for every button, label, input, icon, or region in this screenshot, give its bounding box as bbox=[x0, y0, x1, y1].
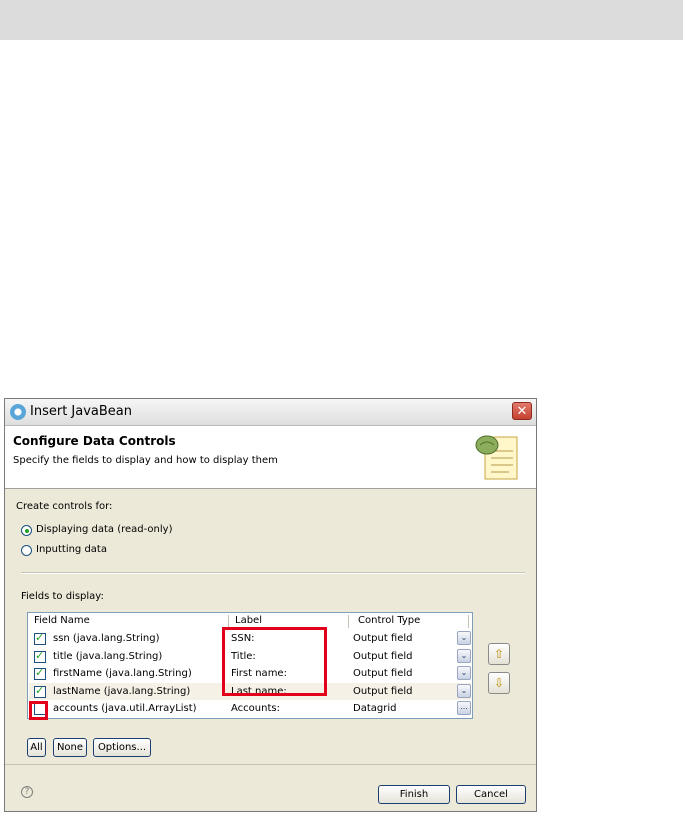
control-type-cell[interactable]: Datagrid bbox=[353, 703, 396, 714]
control-type-cell[interactable]: Output field bbox=[353, 686, 413, 697]
dialog-titlebar: Insert JavaBean ✕ bbox=[5, 399, 536, 426]
top-gray-bar bbox=[0, 0, 683, 40]
dialog-title: Insert JavaBean bbox=[30, 404, 133, 419]
control-type-cell[interactable]: Output field bbox=[353, 668, 413, 679]
label-highlight-box bbox=[222, 627, 327, 696]
radio-inputting-data[interactable] bbox=[21, 545, 32, 556]
cancel-button[interactable]: Cancel bbox=[456, 785, 526, 804]
column-divider bbox=[468, 615, 469, 628]
move-down-button[interactable]: ⇩ bbox=[488, 672, 510, 694]
field-name-cell: firstName (java.lang.String) bbox=[53, 668, 192, 679]
wizard-banner: Configure Data Controls Specify the fiel… bbox=[5, 426, 536, 489]
radio-displaying-data[interactable] bbox=[21, 525, 32, 536]
arrow-down-icon: ⇩ bbox=[493, 676, 505, 690]
footer-divider bbox=[5, 764, 536, 765]
column-header-control-type[interactable]: Control Type bbox=[358, 615, 420, 626]
checkbox-highlight-box bbox=[29, 701, 48, 720]
banner-title: Configure Data Controls bbox=[13, 434, 176, 448]
field-name-cell: title (java.lang.String) bbox=[53, 651, 163, 662]
column-header-field-name[interactable]: Field Name bbox=[34, 615, 90, 626]
field-name-cell: accounts (java.util.ArrayList) bbox=[53, 703, 197, 714]
section-divider bbox=[21, 572, 525, 574]
field-name-cell: ssn (java.lang.String) bbox=[53, 633, 160, 644]
arrow-up-icon: ⇧ bbox=[493, 647, 505, 661]
field-checkbox[interactable] bbox=[34, 666, 46, 680]
javabean-wizard-icon bbox=[475, 435, 518, 480]
radio-displaying-data-label[interactable]: Displaying data (read-only) bbox=[36, 524, 172, 535]
select-none-button[interactable]: None bbox=[53, 738, 87, 757]
table-row[interactable]: accounts (java.util.ArrayList) Accounts:… bbox=[29, 700, 471, 717]
control-type-dropdown-icon[interactable]: ⌄ bbox=[457, 684, 471, 698]
options-button[interactable]: Options... bbox=[93, 738, 151, 757]
banner-subtitle: Specify the fields to display and how to… bbox=[13, 455, 278, 466]
field-checkbox[interactable] bbox=[34, 684, 46, 698]
move-up-button[interactable]: ⇧ bbox=[488, 643, 510, 665]
control-type-cell[interactable]: Output field bbox=[353, 633, 413, 644]
create-controls-label: Create controls for: bbox=[16, 501, 113, 512]
field-checkbox[interactable] bbox=[34, 649, 46, 663]
select-all-button[interactable]: All bbox=[27, 738, 46, 757]
control-type-dropdown-icon[interactable]: ⌄ bbox=[457, 631, 471, 645]
help-icon[interactable]: ? bbox=[21, 786, 33, 798]
ellipsis-button[interactable]: ... bbox=[457, 701, 471, 715]
fields-to-display-label: Fields to display: bbox=[21, 591, 104, 602]
column-divider bbox=[348, 615, 349, 628]
radio-inputting-data-label[interactable]: Inputting data bbox=[36, 544, 107, 555]
close-button[interactable]: ✕ bbox=[512, 402, 532, 420]
control-type-dropdown-icon[interactable]: ⌄ bbox=[457, 666, 471, 680]
field-checkbox[interactable] bbox=[34, 631, 46, 645]
control-type-cell[interactable]: Output field bbox=[353, 651, 413, 662]
column-header-label[interactable]: Label bbox=[235, 615, 262, 626]
app-icon bbox=[10, 404, 26, 420]
field-name-cell: lastName (java.lang.String) bbox=[53, 686, 191, 697]
finish-button[interactable]: Finish bbox=[378, 785, 450, 804]
label-cell[interactable]: Accounts: bbox=[231, 703, 280, 714]
control-type-dropdown-icon[interactable]: ⌄ bbox=[457, 649, 471, 663]
